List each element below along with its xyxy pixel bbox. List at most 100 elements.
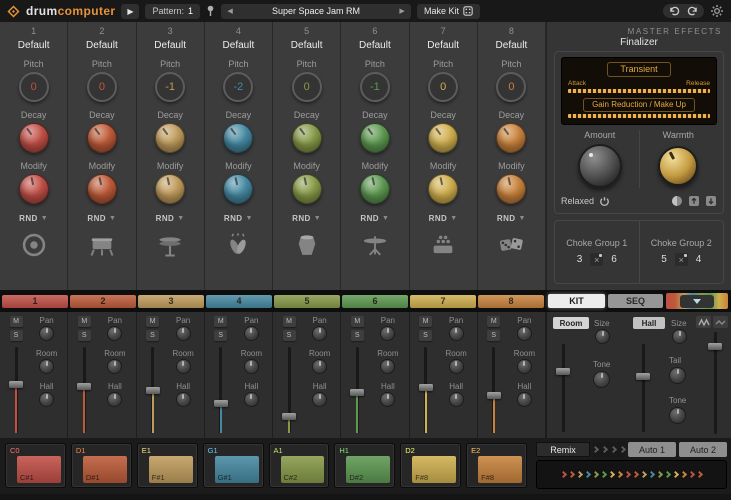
finalizer-mode-button[interactable]: Transient: [607, 62, 670, 77]
channel-preset-selector[interactable]: Default: [496, 40, 528, 51]
volume-fader[interactable]: [76, 347, 92, 433]
tab-kit[interactable]: KIT: [548, 294, 605, 308]
mute-button[interactable]: M: [283, 316, 296, 327]
volume-fader[interactable]: [486, 347, 502, 433]
pattern-tab[interactable]: 4: [206, 295, 272, 308]
channel-preset-selector[interactable]: Default: [86, 40, 118, 51]
preset-name[interactable]: Super Space Jam RM: [239, 6, 393, 16]
hall-reverb-tab[interactable]: Hall: [633, 317, 665, 329]
remix-step-chevron[interactable]: [576, 471, 583, 478]
character-mode-label[interactable]: Relaxed: [561, 196, 594, 206]
pattern-selector[interactable]: Pattern: 1: [145, 4, 200, 19]
pan-knob[interactable]: [176, 326, 191, 341]
hall-send-knob[interactable]: [39, 392, 54, 407]
room-reverb-tab[interactable]: Room: [553, 317, 589, 329]
pitch-knob[interactable]: 0: [87, 72, 117, 102]
hall-send-knob[interactable]: [176, 392, 191, 407]
pattern-export-button[interactable]: [680, 295, 714, 308]
pitch-knob[interactable]: -1: [360, 72, 390, 102]
dice-icon[interactable]: [496, 231, 526, 259]
room-send-knob[interactable]: [107, 359, 122, 374]
room-send-knob[interactable]: [176, 359, 191, 374]
pattern-tab[interactable]: 2: [70, 295, 136, 308]
upload-icon[interactable]: [688, 195, 700, 207]
room-send-knob[interactable]: [312, 359, 327, 374]
randomize-button[interactable]: RND ▼: [497, 214, 526, 223]
remix-step-chevron[interactable]: [696, 471, 703, 478]
decay-knob[interactable]: [292, 123, 322, 153]
choke-1-right-value[interactable]: 6: [611, 254, 617, 265]
play-button[interactable]: ▶: [121, 4, 139, 19]
choke-2-right-value[interactable]: 4: [696, 254, 702, 265]
modify-knob[interactable]: [292, 174, 322, 204]
drum-pad[interactable]: C0 C#1: [5, 443, 66, 488]
remix-step-chevron[interactable]: [664, 471, 671, 478]
channel-preset-selector[interactable]: Default: [291, 40, 323, 51]
modify-knob[interactable]: [428, 174, 458, 204]
room-send-knob[interactable]: [39, 359, 54, 374]
modify-knob[interactable]: [87, 174, 117, 204]
volume-fader[interactable]: [8, 347, 24, 433]
room-tone-knob[interactable]: [593, 371, 610, 388]
pitch-knob[interactable]: -2: [223, 72, 253, 102]
room-size-knob[interactable]: [595, 329, 610, 344]
hall-send-knob[interactable]: [312, 392, 327, 407]
power-icon[interactable]: [599, 196, 610, 207]
randomize-button[interactable]: RND ▼: [156, 214, 185, 223]
modify-knob[interactable]: [155, 174, 185, 204]
room-send-knob[interactable]: [517, 359, 532, 374]
mute-button[interactable]: M: [351, 316, 364, 327]
download-icon[interactable]: [705, 195, 717, 207]
kick-drum-icon[interactable]: [19, 231, 49, 259]
remix-step-chevron[interactable]: [624, 471, 631, 478]
remix-step-chevron[interactable]: [608, 471, 615, 478]
hall-send-knob[interactable]: [107, 392, 122, 407]
master-meter-icon[interactable]: [696, 316, 711, 328]
drum-pad[interactable]: D1 D#1: [71, 443, 132, 488]
remix-step-chevron[interactable]: [592, 471, 599, 478]
pan-knob[interactable]: [517, 326, 532, 341]
hall-tail-knob[interactable]: [669, 367, 686, 384]
remix-step-chevron[interactable]: [616, 471, 623, 478]
randomize-button[interactable]: RND ▼: [224, 214, 253, 223]
mute-button[interactable]: M: [78, 316, 91, 327]
pan-knob[interactable]: [312, 326, 327, 341]
choke-1-clear-button[interactable]: ×: [590, 253, 603, 266]
decay-knob[interactable]: [155, 123, 185, 153]
modify-knob[interactable]: [360, 174, 390, 204]
volume-fader[interactable]: [281, 347, 297, 433]
pattern-tab[interactable]: 5: [274, 295, 340, 308]
decay-knob[interactable]: [496, 123, 526, 153]
master-saturation-icon[interactable]: [713, 316, 728, 328]
fader-cap[interactable]: [282, 413, 296, 420]
modify-knob[interactable]: [19, 174, 49, 204]
keys-icon[interactable]: [428, 231, 458, 259]
undo-icon[interactable]: [669, 6, 680, 16]
mute-button[interactable]: M: [419, 316, 432, 327]
pattern-tab[interactable]: 3: [138, 295, 204, 308]
remix-mode-strip[interactable]: [593, 442, 625, 457]
channel-preset-selector[interactable]: Default: [223, 40, 255, 51]
master-volume-fader[interactable]: [707, 332, 723, 434]
hall-send-knob[interactable]: [517, 392, 532, 407]
solo-button[interactable]: S: [10, 330, 23, 341]
channel-preset-selector[interactable]: Default: [18, 40, 50, 51]
pitch-knob[interactable]: 0: [292, 72, 322, 102]
modify-knob[interactable]: [223, 174, 253, 204]
room-send-knob[interactable]: [449, 359, 464, 374]
mute-button[interactable]: M: [487, 316, 500, 327]
clap-icon[interactable]: [223, 231, 253, 259]
preset-prev-button[interactable]: ◀: [221, 7, 239, 15]
pattern-tab[interactable]: 1: [2, 295, 68, 308]
volume-fader[interactable]: [213, 347, 229, 433]
room-send-knob[interactable]: [244, 359, 259, 374]
drum-pad[interactable]: E2 F#8: [466, 443, 527, 488]
remix-sequence-strip[interactable]: [536, 460, 727, 489]
solo-button[interactable]: S: [78, 330, 91, 341]
decay-knob[interactable]: [360, 123, 390, 153]
hall-tone-knob[interactable]: [669, 407, 686, 424]
fader-cap[interactable]: [9, 381, 23, 388]
pan-knob[interactable]: [39, 326, 54, 341]
pitch-knob[interactable]: 0: [496, 72, 526, 102]
hall-size-knob[interactable]: [672, 329, 687, 344]
